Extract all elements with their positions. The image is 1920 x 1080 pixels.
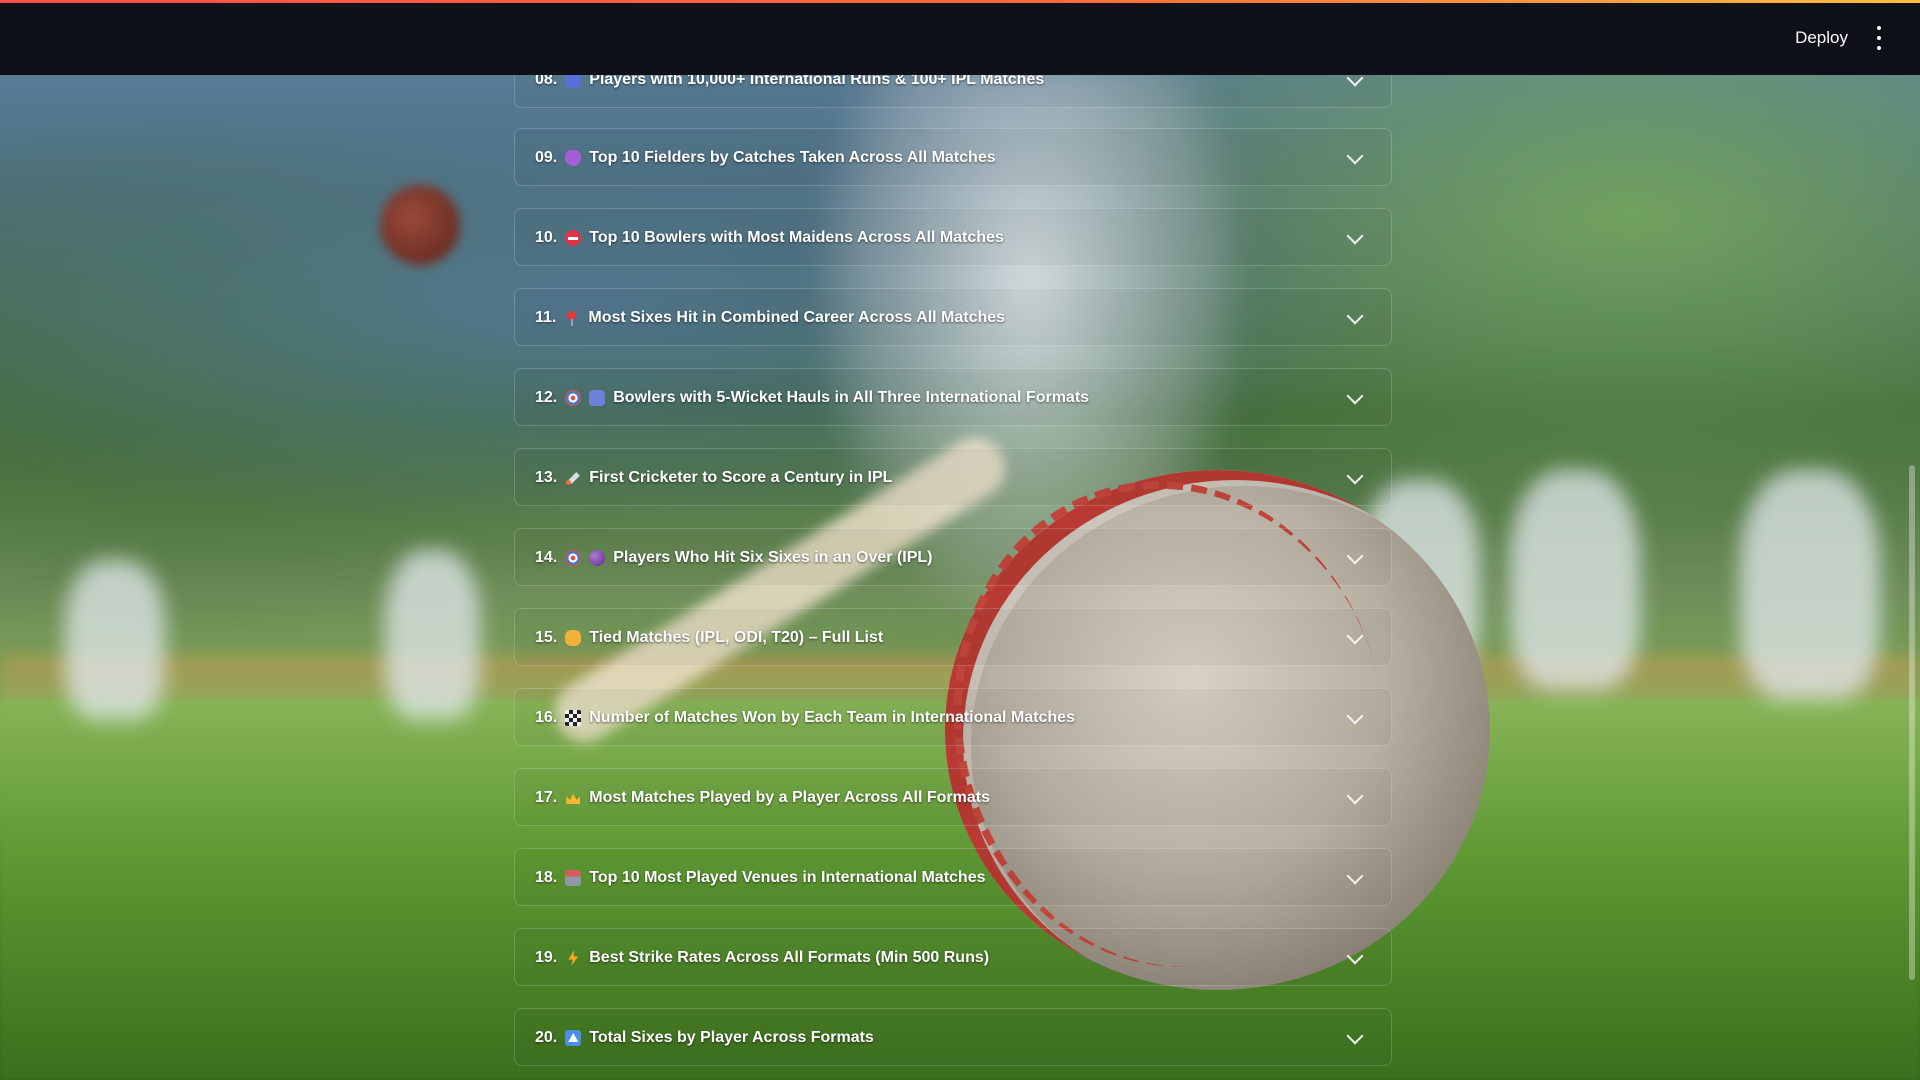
expander-number: 17. bbox=[535, 789, 558, 806]
chevron-down-icon bbox=[1346, 147, 1364, 165]
expander-number: 09. bbox=[535, 149, 558, 166]
expander-header: 19. Best Strike Rates Across All Formats… bbox=[535, 929, 989, 987]
chevron-down-icon bbox=[1346, 547, 1364, 565]
deploy-button[interactable]: Deploy bbox=[1795, 24, 1848, 52]
expander-number: 10. bbox=[535, 229, 558, 246]
chevron-down-icon bbox=[1346, 787, 1364, 805]
page-scrollbar[interactable] bbox=[1909, 465, 1915, 980]
main-menu-icon[interactable] bbox=[1868, 26, 1890, 50]
expander-header: 16. Number of Matches Won by Each Team i… bbox=[535, 689, 1075, 747]
expander-header: 12. Bowlers with 5-Wicket Hauls in All T… bbox=[535, 369, 1089, 427]
target-icon bbox=[565, 550, 582, 566]
expander-title: Top 10 Fielders by Catches Taken Across … bbox=[589, 149, 996, 166]
expander-query-13[interactable]: 13. First Cricketer to Score a Century i… bbox=[514, 448, 1392, 506]
chevron-down-icon bbox=[1346, 947, 1364, 965]
lightning-icon bbox=[565, 950, 581, 966]
expander-title: Top 10 Bowlers with Most Maidens Across … bbox=[589, 229, 1004, 246]
expander-query-10[interactable]: 10. Top 10 Bowlers with Most Maidens Acr… bbox=[514, 208, 1392, 266]
expander-query-09[interactable]: 09. Top 10 Fielders by Catches Taken Acr… bbox=[514, 128, 1392, 186]
expander-header: 11. Most Sixes Hit in Combined Career Ac… bbox=[535, 289, 1005, 347]
expander-header: 17. Most Matches Played by a Player Acro… bbox=[535, 769, 990, 827]
expander-title: Number of Matches Won by Each Team in In… bbox=[589, 709, 1075, 726]
expander-number: 18. bbox=[535, 869, 558, 886]
expander-query-19[interactable]: 19. Best Strike Rates Across All Formats… bbox=[514, 928, 1392, 986]
expander-query-12[interactable]: 12. Bowlers with 5-Wicket Hauls in All T… bbox=[514, 368, 1392, 426]
expander-title: Most Sixes Hit in Combined Career Across… bbox=[588, 309, 1006, 326]
expander-query-14[interactable]: 14. Players Who Hit Six Sixes in an Over… bbox=[514, 528, 1392, 586]
checkered-flag-icon bbox=[565, 710, 582, 726]
expander-header: 20. Total Sixes by Player Across Formats bbox=[535, 1009, 874, 1067]
expander-query-15[interactable]: 15. Tied Matches (IPL, ODI, T20) – Full … bbox=[514, 608, 1392, 666]
expander-title: Tied Matches (IPL, ODI, T20) – Full List bbox=[589, 629, 884, 646]
no-entry-icon bbox=[565, 230, 582, 246]
expander-number: 19. bbox=[535, 949, 558, 966]
expander-header: 09. Top 10 Fielders by Catches Taken Acr… bbox=[535, 129, 996, 187]
background-fielder bbox=[65, 560, 165, 720]
expander-number: 15. bbox=[535, 629, 558, 646]
expander-query-11[interactable]: 11. Most Sixes Hit in Combined Career Ac… bbox=[514, 288, 1392, 346]
expander-number: 13. bbox=[535, 469, 558, 486]
expander-number: 20. bbox=[535, 1029, 558, 1046]
ball-icon bbox=[589, 550, 606, 566]
chevron-down-icon bbox=[1346, 387, 1364, 405]
chevron-down-icon bbox=[1346, 1027, 1364, 1045]
expander-title: Top 10 Most Played Venues in Internation… bbox=[589, 869, 986, 886]
background-small-ball bbox=[380, 185, 460, 265]
app-header: Deploy bbox=[0, 0, 1920, 75]
header-decoration-line bbox=[0, 0, 1920, 3]
expander-title: Bowlers with 5-Wicket Hauls in All Three… bbox=[613, 389, 1090, 406]
expander-title: Most Matches Played by a Player Across A… bbox=[589, 789, 990, 806]
up-arrow-icon bbox=[565, 1030, 582, 1046]
chevron-down-icon bbox=[1346, 307, 1364, 325]
expander-query-16[interactable]: 16. Number of Matches Won by Each Team i… bbox=[514, 688, 1392, 746]
expander-title: Best Strike Rates Across All Formats (Mi… bbox=[589, 949, 990, 966]
expander-query-20[interactable]: 20. Total Sixes by Player Across Formats bbox=[514, 1008, 1392, 1066]
handshake-icon bbox=[565, 630, 582, 646]
expander-header: 15. Tied Matches (IPL, ODI, T20) – Full … bbox=[535, 609, 883, 667]
expander-query-17[interactable]: 17. Most Matches Played by a Player Acro… bbox=[514, 768, 1392, 826]
background-fielder bbox=[385, 550, 480, 720]
hand-icon bbox=[565, 150, 582, 166]
stadium-icon bbox=[565, 870, 582, 886]
people-icon bbox=[589, 390, 606, 406]
pin-icon bbox=[564, 310, 580, 326]
chevron-down-icon bbox=[1346, 627, 1364, 645]
expander-header: 14. Players Who Hit Six Sixes in an Over… bbox=[535, 529, 932, 587]
expander-number: 16. bbox=[535, 709, 558, 726]
background-fielder bbox=[1740, 470, 1880, 700]
expander-query-18[interactable]: 18. Top 10 Most Played Venues in Interna… bbox=[514, 848, 1392, 906]
chevron-down-icon bbox=[1346, 867, 1364, 885]
expander-title: Players Who Hit Six Sixes in an Over (IP… bbox=[613, 549, 933, 566]
expander-header: 13. First Cricketer to Score a Century i… bbox=[535, 449, 892, 507]
expander-header: 10. Top 10 Bowlers with Most Maidens Acr… bbox=[535, 209, 1004, 267]
chevron-down-icon bbox=[1346, 227, 1364, 245]
rocket-icon bbox=[565, 470, 581, 486]
expander-header: 18. Top 10 Most Played Venues in Interna… bbox=[535, 849, 986, 907]
chevron-down-icon bbox=[1346, 467, 1364, 485]
expander-number: 11. bbox=[535, 309, 557, 326]
target-icon bbox=[565, 390, 582, 406]
expander-title: Total Sixes by Player Across Formats bbox=[589, 1029, 874, 1046]
expander-number: 12. bbox=[535, 389, 558, 406]
expander-number: 14. bbox=[535, 549, 558, 566]
background-fielder bbox=[1510, 470, 1640, 690]
crown-icon bbox=[565, 790, 581, 806]
expander-title: First Cricketer to Score a Century in IP… bbox=[589, 469, 893, 486]
chevron-down-icon bbox=[1346, 707, 1364, 725]
